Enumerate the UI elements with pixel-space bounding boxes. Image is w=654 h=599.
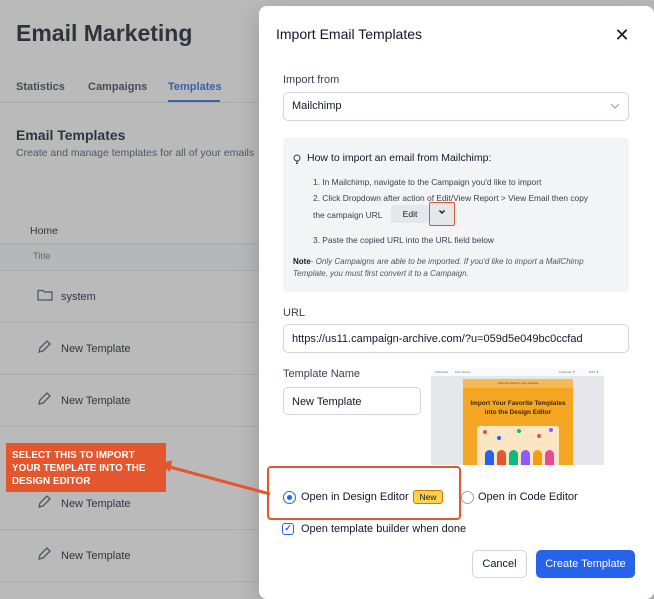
url-field-value: https://us11.campaign-archive.com/?u=059…	[292, 333, 583, 345]
import-from-label: Import from	[283, 74, 340, 86]
preview-email-card: View this email in your browser Import Y…	[463, 379, 573, 465]
howto-step-1: 1. In Mailchimp, navigate to the Campaig…	[313, 177, 542, 187]
preview-topbar: Subscribe Past Issues Translate ▼ RSS ▼	[431, 369, 604, 377]
url-label: URL	[283, 307, 306, 319]
create-template-button[interactable]: Create Template	[536, 550, 635, 578]
preview-past-issues: Past Issues	[455, 370, 471, 374]
lightbulb-icon	[293, 152, 301, 170]
howto-instructions: How to import an email from Mailchimp: 1…	[283, 138, 629, 292]
template-name-label: Template Name	[283, 368, 361, 380]
code-editor-radio[interactable]	[461, 491, 474, 504]
template-name-field[interactable]: New Template	[283, 387, 421, 415]
close-icon[interactable]: ✕	[613, 26, 631, 44]
preview-headline: Import Your Favorite Templates into the …	[470, 400, 566, 416]
cancel-button[interactable]: Cancel	[472, 550, 527, 578]
import-from-select[interactable]: Mailchimp	[283, 92, 629, 121]
preview-rss: RSS ▼	[589, 370, 599, 374]
template-preview: Subscribe Past Issues Translate ▼ RSS ▼ …	[431, 369, 604, 465]
design-editor-radio[interactable]	[283, 491, 296, 504]
template-name-value: New Template	[292, 396, 362, 408]
design-editor-label[interactable]: Open in Design Editor	[301, 491, 409, 503]
annotation-arrow-icon	[160, 460, 271, 496]
open-builder-label[interactable]: Open template builder when done	[301, 523, 466, 535]
code-editor-label[interactable]: Open in Code Editor	[478, 491, 578, 503]
modal-title: Import Email Templates	[276, 26, 423, 42]
note-text: - Only Campaigns are able to be imported…	[293, 257, 584, 278]
preview-translate: Translate ▼	[559, 370, 576, 374]
howto-step-2b: the campaign URL	[313, 210, 383, 220]
dropdown-example-icon	[429, 202, 455, 226]
howto-note: Note- Only Campaigns are able to be impo…	[293, 256, 613, 280]
new-badge: New	[413, 490, 443, 504]
annotation-callout: SELECT THIS TO IMPORT YOUR TEMPLATE INTO…	[6, 443, 166, 492]
howto-step-3: 3. Paste the copied URL into the URL fie…	[313, 235, 494, 245]
preview-subscribe: Subscribe	[435, 370, 449, 374]
edit-button-example: Edit	[391, 205, 429, 223]
url-field[interactable]: https://us11.campaign-archive.com/?u=059…	[283, 324, 629, 353]
chevron-down-icon	[610, 98, 620, 117]
preview-banner: View this email in your browser	[463, 379, 573, 388]
howto-heading: How to import an email from Mailchimp:	[307, 152, 492, 164]
open-builder-checkbox[interactable]: ✓	[282, 523, 294, 535]
celebration-illustration	[477, 426, 559, 465]
note-label: Note	[293, 257, 311, 266]
import-from-value: Mailchimp	[292, 100, 342, 112]
